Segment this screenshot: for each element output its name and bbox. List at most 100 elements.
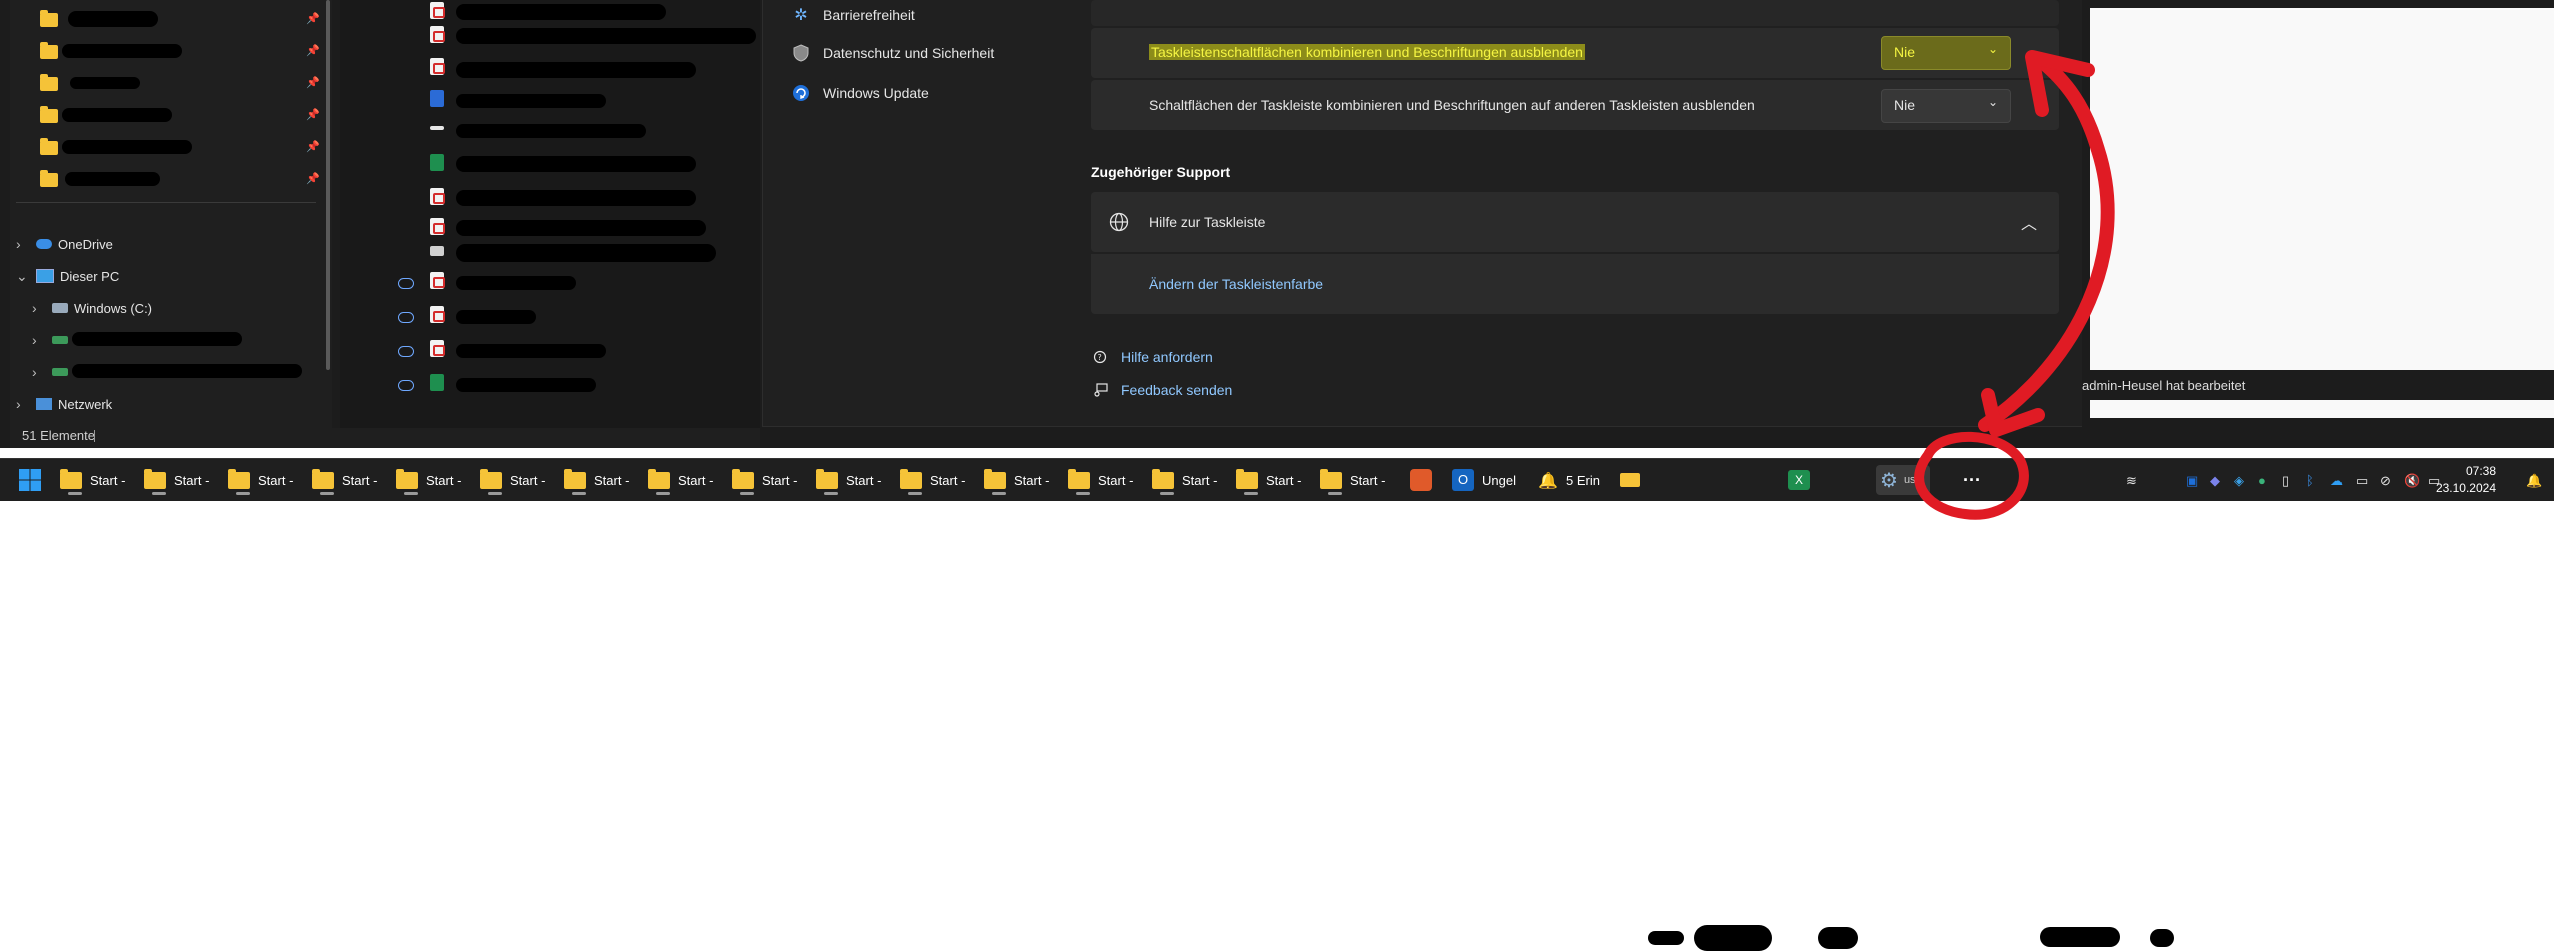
running-indicator — [1244, 492, 1258, 495]
wifi-off-icon[interactable]: ⊘ — [2380, 473, 2394, 488]
settings-nav-windows-update[interactable]: Windows Update — [791, 78, 929, 108]
scrollbar[interactable] — [326, 0, 330, 370]
folder-icon — [1068, 468, 1090, 489]
outlook-icon: O — [1452, 469, 1474, 491]
svg-text:?: ? — [1098, 353, 1102, 362]
taskbar-app-explorer[interactable]: Start - — [1068, 465, 1133, 495]
nav-item-windows-c[interactable]: › Windows (C:) — [32, 296, 152, 320]
usb-tray-icon[interactable]: ▯ — [2282, 473, 2296, 488]
running-indicator — [1076, 492, 1090, 495]
tray-icon[interactable]: ≋ — [2126, 473, 2140, 488]
taskbar-app-reminders[interactable]: 🔔 5 Erin — [1538, 465, 1600, 495]
setting-row-combine-other: Schaltflächen der Taskleiste kombinieren… — [1091, 80, 2059, 130]
shield-icon — [791, 43, 811, 63]
system-clock[interactable]: 07:38 23.10.2024 — [2436, 463, 2496, 497]
running-indicator — [908, 492, 922, 495]
folder-icon — [732, 468, 754, 489]
quick-access-item[interactable] — [40, 40, 58, 64]
taskbar-app-explorer[interactable]: Start - — [564, 465, 629, 495]
quick-access-item[interactable] — [40, 104, 58, 128]
chevron-right-icon: › — [16, 396, 21, 412]
start-button[interactable] — [18, 465, 42, 495]
send-feedback-link[interactable]: Feedback senden — [1121, 382, 1232, 398]
pdf-file-icon — [430, 272, 445, 289]
nav-item-onedrive[interactable]: › OneDrive — [16, 232, 113, 256]
chevron-right-icon: › — [32, 300, 37, 316]
taskbar-app-explorer[interactable]: Start - — [1320, 465, 1385, 495]
taskbar-overflow-button[interactable]: ··· — [1956, 465, 1988, 495]
taskbar-app-explorer[interactable]: Start - — [816, 465, 881, 495]
help-taskbar-expander[interactable]: Hilfe zur Taskleiste ︿ — [1091, 192, 2059, 252]
notification-bell-icon[interactable]: 🔔 — [2526, 473, 2542, 488]
taskbar-app-label: 5 Erin — [1566, 472, 1600, 488]
excel-file-icon — [430, 154, 444, 171]
teams-tray-icon[interactable]: ◆ — [2210, 473, 2224, 488]
taskbar-app-explorer[interactable]: Start - — [228, 465, 293, 495]
network-tray-icon[interactable]: ● — [2258, 473, 2272, 488]
settings-nav-label: Barrierefreiheit — [823, 7, 915, 23]
taskbar-app-explorer[interactable]: Start - — [312, 465, 377, 495]
taskbar-app-explorer[interactable]: Start - — [984, 465, 1049, 495]
pin-icon: 📌 — [306, 141, 320, 153]
running-indicator — [656, 492, 670, 495]
get-help-link[interactable]: Hilfe anfordern — [1121, 349, 1213, 365]
folder-icon — [1320, 468, 1342, 489]
taskbar-app-explorer[interactable]: Start - — [1152, 465, 1217, 495]
taskbar-app-explorer[interactable]: Start - — [1236, 465, 1301, 495]
change-taskbar-color-link[interactable]: Ändern der Taskleistenfarbe — [1149, 276, 1323, 292]
nav-item-drive[interactable]: › — [32, 328, 74, 352]
taskbar-app-git[interactable] — [1410, 465, 1432, 495]
setting-row-combine-buttons: Taskleistenschaltflächen kombinieren und… — [1091, 28, 2059, 78]
outlook-tray-icon[interactable]: ▣ — [2186, 473, 2200, 488]
taskbar-app-explorer[interactable]: Start - — [480, 465, 545, 495]
chevron-right-icon: › — [32, 332, 37, 348]
taskbar-app-label: Start - — [174, 472, 210, 488]
taskbar-app-explorer[interactable]: Start - — [396, 465, 461, 495]
more-icon: ··· — [1963, 469, 1981, 490]
nav-item-drive[interactable]: › — [32, 360, 74, 384]
taskbar-app-excel[interactable]: X — [1788, 465, 1810, 495]
pdf-file-icon — [430, 218, 445, 235]
taskbar-app-explorer[interactable]: Start - — [60, 465, 125, 495]
quick-access-item[interactable] — [40, 168, 58, 192]
settings-nav-privacy[interactable]: Datenschutz und Sicherheit — [791, 38, 994, 68]
bell-icon: 🔔 — [1538, 473, 1558, 490]
gear-icon: ⚙ — [1880, 469, 1898, 492]
accessibility-icon: ✲ — [794, 7, 808, 24]
taskbar-app-settings[interactable]: ⚙ usb — [1876, 465, 1930, 495]
quick-access-item[interactable] — [40, 72, 58, 96]
running-indicator — [236, 492, 250, 495]
setting-label: Taskleistenschaltflächen kombinieren und… — [1149, 44, 1585, 60]
feedback-icon — [1093, 382, 1109, 403]
pin-icon: 📌 — [306, 13, 320, 25]
chevron-right-icon: › — [32, 364, 37, 380]
taskbar-app-explorer[interactable]: Start - — [732, 465, 797, 495]
taskbar-app-label: Start - — [846, 472, 882, 488]
nav-item-this-pc[interactable]: ⌄ Dieser PC — [16, 264, 119, 288]
combine-other-dropdown[interactable]: Nie ⌄ — [1881, 89, 2011, 123]
display-tray-icon[interactable]: ▭ — [2356, 473, 2370, 488]
taskbar-app-mail[interactable] — [1620, 465, 1640, 495]
taskbar-app-explorer[interactable]: Start - — [144, 465, 209, 495]
taskbar-app-outlook[interactable]: O Ungel — [1452, 465, 1516, 495]
taskbar-app-explorer[interactable]: Start - — [648, 465, 713, 495]
quick-access-item[interactable] — [40, 8, 58, 32]
volume-mute-icon[interactable]: 🔇 — [2404, 473, 2420, 488]
taskbar-app-label: Start - — [678, 472, 714, 488]
defender-tray-icon[interactable]: ◈ — [2234, 473, 2248, 488]
taskbar-app-explorer[interactable]: Start - — [900, 465, 965, 495]
computer-icon — [36, 269, 54, 283]
running-indicator — [488, 492, 502, 495]
bluetooth-tray-icon[interactable]: ᛒ — [2306, 473, 2320, 488]
pin-icon: 📌 — [306, 77, 320, 89]
nav-item-network[interactable]: › Netzwerk — [16, 392, 112, 416]
settings-nav-accessibility[interactable]: ✲ Barrierefreiheit — [791, 0, 915, 30]
quick-access-item[interactable] — [40, 136, 58, 160]
pin-icon: 📌 — [306, 109, 320, 121]
folder-icon — [228, 468, 250, 489]
combine-buttons-dropdown[interactable]: Nie ⌄ — [1881, 36, 2011, 70]
running-indicator — [404, 492, 418, 495]
taskbar-app-label: Start - — [342, 472, 378, 488]
folder-icon — [816, 468, 838, 489]
onedrive-tray-icon[interactable]: ☁ — [2330, 473, 2344, 488]
